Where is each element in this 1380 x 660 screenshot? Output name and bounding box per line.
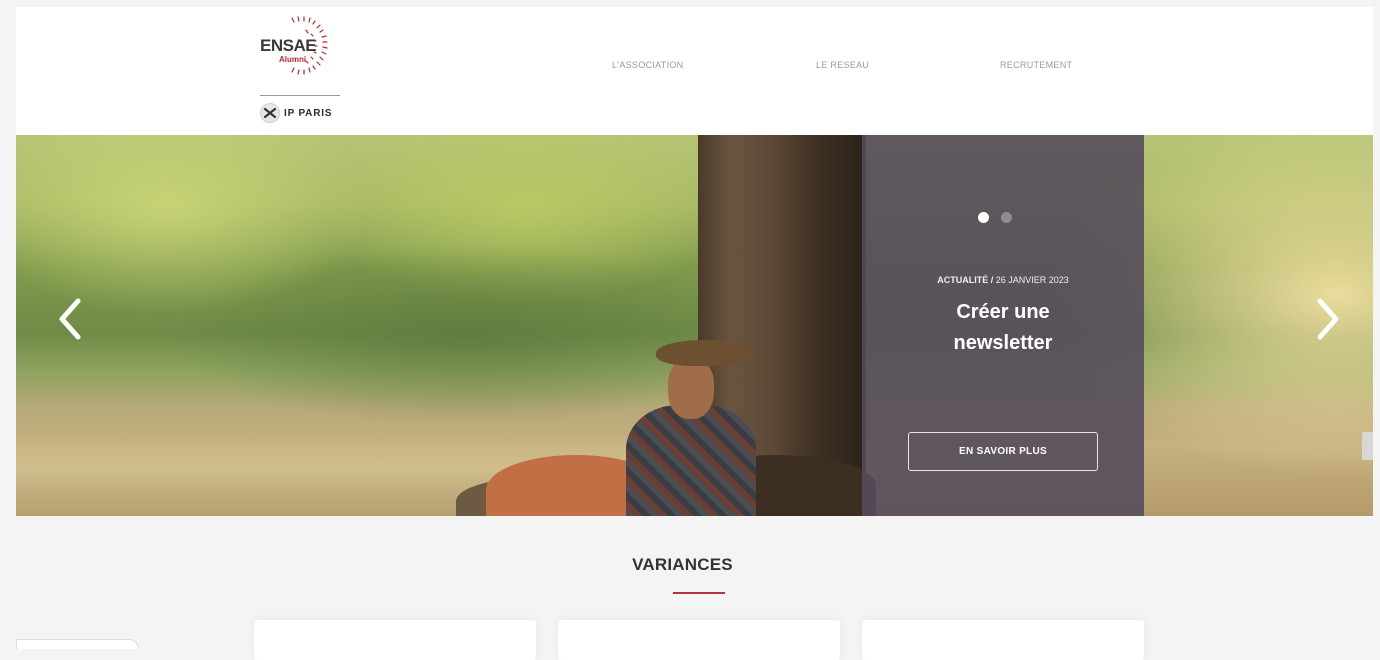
variances-card[interactable] — [254, 620, 536, 660]
slide-title-line-2: newsletter — [953, 332, 1053, 354]
slide-category: ACTUALITÉ / — [937, 275, 994, 285]
site-header: ENSAE Alumni IP PARIS L'ASSOCIATION LE R… — [16, 7, 1373, 135]
logo-divider — [260, 95, 340, 96]
hero-image-person-shirt — [626, 405, 756, 516]
partner-name: IP PARIS — [284, 107, 333, 119]
section-title-underline — [673, 592, 725, 594]
ip-paris-logo: IP PARIS — [260, 103, 332, 123]
learn-more-button[interactable]: EN SAVOIR PLUS — [908, 432, 1098, 471]
hero-image-person-head — [668, 359, 714, 419]
corner-widget[interactable] — [16, 639, 139, 649]
section-title: VARIANCES — [632, 555, 733, 574]
nav-association[interactable]: L'ASSOCIATION — [612, 60, 683, 70]
slide-date: 26 JANVIER 2023 — [995, 275, 1069, 285]
variances-card[interactable] — [862, 620, 1144, 660]
chevron-left-icon — [59, 298, 81, 340]
nav-reseau[interactable]: LE RESEAU — [816, 60, 869, 70]
variances-card[interactable] — [558, 620, 840, 660]
slide-caption-panel: ACTUALITÉ / 26 JANVIER 2023 Créer une ne… — [862, 135, 1144, 516]
side-scroll-tab[interactable] — [1362, 432, 1373, 460]
hero-image-person-hat — [656, 340, 752, 366]
carousel-next-button[interactable] — [1312, 297, 1342, 341]
page-scrollbar[interactable] — [1373, 0, 1380, 649]
carousel-dot-1[interactable] — [978, 212, 989, 223]
chevron-right-icon — [1317, 298, 1339, 340]
brand-name: ENSAE — [260, 36, 317, 55]
carousel-pagination — [978, 212, 1012, 223]
slide-title-line-1: Créer une — [956, 301, 1050, 323]
nav-recrutement[interactable]: RECRUTEMENT — [1000, 60, 1072, 70]
carousel-dot-2[interactable] — [1001, 212, 1012, 223]
slide-title: Créer une newsletter — [862, 297, 1144, 359]
hero-carousel: ACTUALITÉ / 26 JANVIER 2023 Créer une ne… — [16, 135, 1373, 516]
carousel-prev-button[interactable] — [56, 297, 86, 341]
page-frame: ENSAE Alumni IP PARIS L'ASSOCIATION LE R… — [16, 7, 1373, 649]
ensae-alumni-logo[interactable]: ENSAE Alumni IP PARIS — [258, 14, 354, 126]
slide-meta: ACTUALITÉ / 26 JANVIER 2023 — [862, 275, 1144, 285]
brand-sub: Alumni — [279, 55, 307, 64]
ip-paris-emblem-icon — [260, 103, 280, 123]
